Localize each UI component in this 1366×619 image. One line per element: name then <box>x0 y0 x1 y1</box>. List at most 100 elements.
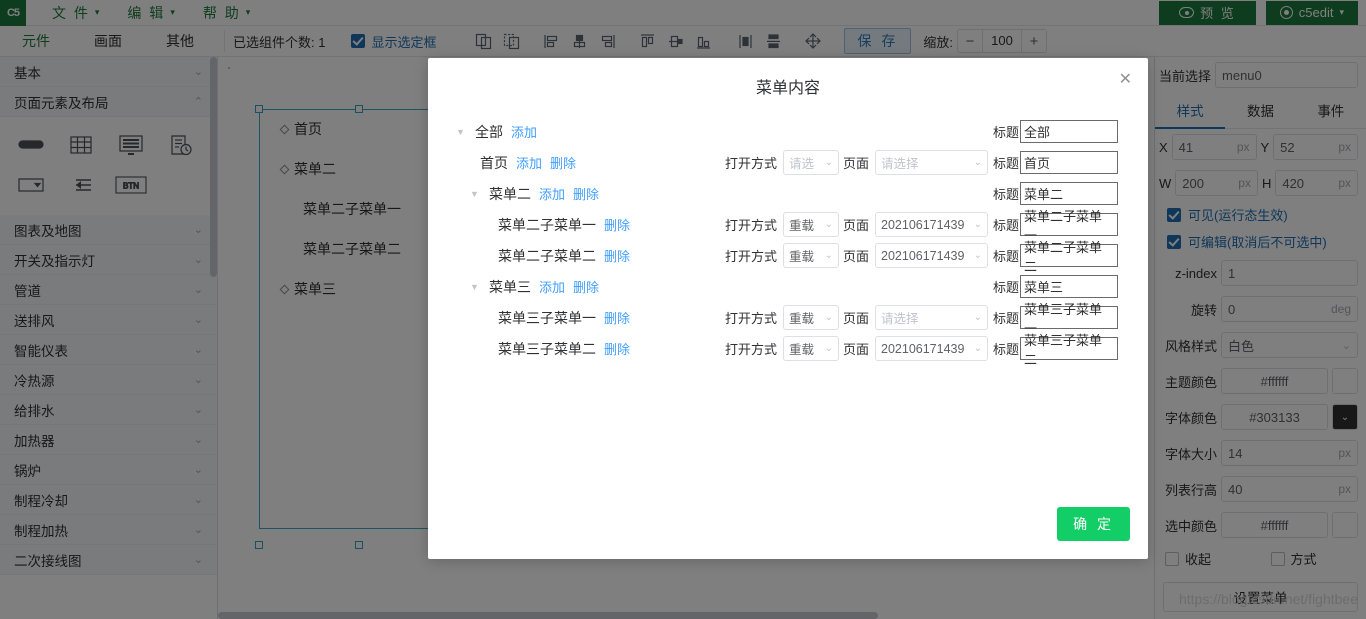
title-control: 标题 菜单三子菜单一 <box>993 302 1119 336</box>
tree-delete-link[interactable]: 删除 <box>604 246 630 265</box>
open-mode-label: 打开方式 <box>725 342 778 357</box>
tree-delete-link[interactable]: 删除 <box>573 184 599 203</box>
tree-row-header: ▼ 全部 添加 <box>456 122 537 142</box>
tree-row: 菜单二子菜单二 删除 打开方式 重载 ⌄ 页面 202106171439 ⌄ 标… <box>428 240 1148 274</box>
title-input[interactable]: 菜单三子菜单二 <box>1020 333 1119 367</box>
tree-delete-link[interactable]: 删除 <box>604 339 630 358</box>
tree-row-label: 菜单三 <box>489 278 531 295</box>
title-label: 标题 <box>993 311 1020 326</box>
tree-row-label: 首页 <box>480 154 508 171</box>
title-input[interactable]: 全部 <box>1020 120 1119 143</box>
open-mode-select[interactable]: 重载 ⌄ <box>783 305 840 330</box>
tree-row: 首页 添加 删除 打开方式 请选 ⌄ 页面 请选择 ⌄ 标题 首页 <box>428 147 1148 178</box>
title-control: 标题 全部 <box>993 120 1119 143</box>
page-label: 页面 <box>843 311 870 326</box>
tree-row-label: 菜单三子菜单一 <box>498 309 596 326</box>
chevron-down-icon: ⌄ <box>973 312 983 323</box>
page-control: 页面 202106171439 ⌄ <box>843 336 989 361</box>
tree-row-label: 全部 <box>475 123 503 140</box>
page-label: 页面 <box>843 156 870 171</box>
confirm-button[interactable]: 确 定 <box>1057 507 1130 541</box>
close-icon[interactable]: ✕ <box>1119 72 1132 88</box>
page-value: 202106171439 <box>881 248 965 263</box>
tree-row-header: 菜单三子菜单二 删除 <box>498 339 630 359</box>
title-input[interactable]: 菜单二 <box>1020 182 1119 205</box>
page-value: 请选择 <box>881 157 919 171</box>
title-input[interactable]: 菜单三子菜单一 <box>1020 302 1119 336</box>
open-mode-label: 打开方式 <box>725 218 778 233</box>
tree-delete-link[interactable]: 删除 <box>604 215 630 234</box>
open-mode-value: 请选 <box>789 157 815 171</box>
menu-content-dialog: 菜单内容 ✕ ▼ 全部 添加 标题 全部 首页 添加 删除 打开方式 请选 ⌄ … <box>428 58 1148 559</box>
page-control: 页面 请选择 ⌄ <box>843 150 989 175</box>
tree-row-label: 菜单三子菜单二 <box>498 340 596 357</box>
title-label: 标题 <box>993 125 1020 140</box>
title-control: 标题 菜单二子菜单一 <box>993 209 1119 243</box>
title-input[interactable]: 菜单二子菜单一 <box>1020 209 1119 243</box>
tree-delete-link[interactable]: 删除 <box>573 277 599 296</box>
page-control: 页面 202106171439 ⌄ <box>843 212 989 237</box>
tree-row: ▼ 全部 添加 标题 全部 <box>428 116 1148 147</box>
title-label: 标题 <box>993 218 1020 233</box>
page-control: 页面 202106171439 ⌄ <box>843 243 989 268</box>
tree-delete-link[interactable]: 删除 <box>604 308 630 327</box>
tree-row-header: 菜单二子菜单二 删除 <box>498 246 630 266</box>
tree-delete-link[interactable]: 删除 <box>550 153 576 172</box>
page-select[interactable]: 请选择 ⌄ <box>875 150 989 175</box>
tree-row-header: 首页 添加 删除 <box>480 153 576 173</box>
title-label: 标题 <box>993 280 1020 295</box>
page-value: 请选择 <box>881 312 919 326</box>
page-select[interactable]: 202106171439 ⌄ <box>875 212 989 237</box>
tree-row: 菜单三子菜单二 删除 打开方式 重载 ⌄ 页面 202106171439 ⌄ 标… <box>428 333 1148 367</box>
page-label: 页面 <box>843 342 870 357</box>
tree-row-label: 菜单二子菜单二 <box>498 247 596 264</box>
page-select[interactable]: 202106171439 ⌄ <box>875 243 989 268</box>
page-value: 202106171439 <box>881 341 965 356</box>
tree-add-link[interactable]: 添加 <box>516 153 542 172</box>
tree-add-link[interactable]: 添加 <box>539 277 565 296</box>
title-input[interactable]: 菜单二子菜单二 <box>1020 240 1119 274</box>
tree-row: ▼ 菜单三 添加 删除 标题 菜单三 <box>428 271 1148 302</box>
chevron-down-icon: ⌄ <box>973 250 983 261</box>
title-label: 标题 <box>993 249 1020 264</box>
dialog-title: 菜单内容 <box>755 80 820 97</box>
tree-row-header: ▼ 菜单三 添加 删除 <box>470 277 599 297</box>
tree-toggle-icon[interactable]: ▼ <box>470 189 481 199</box>
open-mode-control: 打开方式 重载 ⌄ <box>725 336 840 361</box>
page-label: 页面 <box>843 218 870 233</box>
tree-add-link[interactable]: 添加 <box>539 184 565 203</box>
title-control: 标题 菜单二子菜单二 <box>993 240 1119 274</box>
open-mode-control: 打开方式 重载 ⌄ <box>725 305 840 330</box>
tree-toggle-icon[interactable]: ▼ <box>456 127 467 137</box>
title-control: 标题 首页 <box>993 151 1119 174</box>
open-mode-select[interactable]: 重载 ⌄ <box>783 336 840 361</box>
open-mode-label: 打开方式 <box>725 156 778 171</box>
menu-tree: ▼ 全部 添加 标题 全部 首页 添加 删除 打开方式 请选 ⌄ 页面 请选择 … <box>428 98 1148 367</box>
title-input[interactable]: 首页 <box>1020 151 1119 174</box>
open-mode-label: 打开方式 <box>725 311 778 326</box>
chevron-down-icon: ⌄ <box>824 343 834 354</box>
tree-row-label: 菜单二子菜单一 <box>498 216 596 233</box>
title-label: 标题 <box>993 342 1020 357</box>
tree-row-header: 菜单二子菜单一 删除 <box>498 215 630 235</box>
open-mode-select[interactable]: 请选 ⌄ <box>783 150 840 175</box>
chevron-down-icon: ⌄ <box>973 157 983 168</box>
chevron-down-icon: ⌄ <box>824 219 834 230</box>
title-label: 标题 <box>993 156 1020 171</box>
open-mode-control: 打开方式 重载 ⌄ <box>725 243 840 268</box>
open-mode-select[interactable]: 重载 ⌄ <box>783 243 840 268</box>
open-mode-value: 重载 <box>789 343 815 357</box>
tree-toggle-icon[interactable]: ▼ <box>470 282 481 292</box>
page-control: 页面 请选择 ⌄ <box>843 305 989 330</box>
page-select[interactable]: 请选择 ⌄ <box>875 305 989 330</box>
tree-row-header: 菜单三子菜单一 删除 <box>498 308 630 328</box>
title-input[interactable]: 菜单三 <box>1020 275 1119 298</box>
title-control: 标题 菜单三 <box>993 275 1119 298</box>
page-label: 页面 <box>843 249 870 264</box>
chevron-down-icon: ⌄ <box>824 157 834 168</box>
tree-add-link[interactable]: 添加 <box>511 122 537 141</box>
tree-row-header: ▼ 菜单二 添加 删除 <box>470 184 599 204</box>
page-select[interactable]: 202106171439 ⌄ <box>875 336 989 361</box>
open-mode-select[interactable]: 重载 ⌄ <box>783 212 840 237</box>
open-mode-label: 打开方式 <box>725 249 778 264</box>
